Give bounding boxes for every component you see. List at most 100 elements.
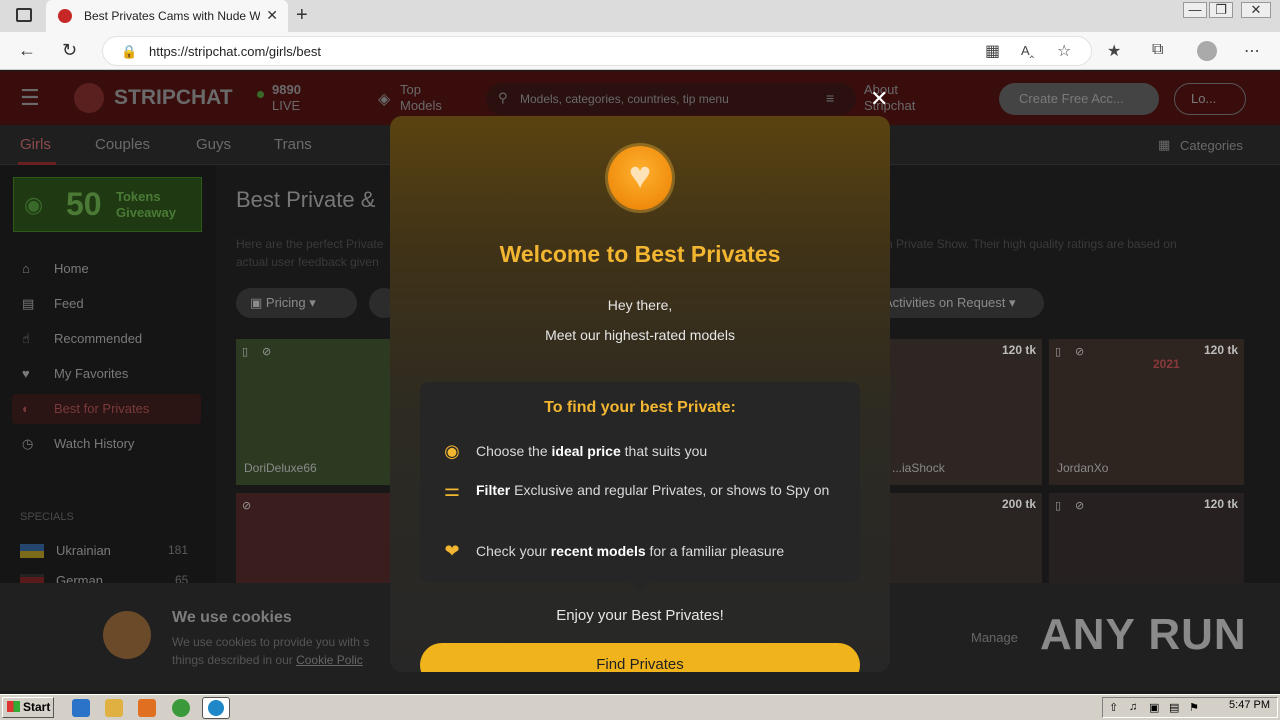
read-aloud-icon[interactable]: A‸ (1021, 43, 1034, 59)
sidebar-item-favorites[interactable]: ♥ My Favorites (22, 366, 128, 381)
feature-text: Filter Exclusive and regular Privates, o… (476, 480, 846, 501)
apps-icon[interactable]: ▦ (985, 41, 1000, 61)
taskbar-clock: 5:47 PM (1229, 699, 1270, 711)
usb-icon[interactable]: ▤ (1169, 701, 1179, 714)
sidebar-item-label: Best for Privates (54, 401, 150, 416)
privates-icon: ◐ (22, 401, 30, 416)
sidebar-item-label: Recommended (54, 331, 143, 346)
model-card[interactable]: 120 tk ...iaShock (888, 339, 1042, 485)
volume-icon[interactable]: ♫ (1129, 701, 1137, 713)
special-ukrainian-count: 181 (168, 543, 189, 557)
pricing-filter[interactable]: ▣ Pricing ▾ (236, 288, 357, 318)
history-icon: ◷ (22, 436, 34, 451)
edge-taskbar-button[interactable] (202, 697, 230, 719)
media-player-icon[interactable] (138, 699, 156, 717)
profile-avatar[interactable] (1197, 41, 1217, 61)
page-description-right: n Private Show. Their high quality ratin… (886, 237, 1177, 251)
pricing-icon: ▣ (250, 295, 266, 310)
hamburger-icon[interactable]: ☰ (20, 85, 40, 111)
maximize-button[interactable]: ❐ (1209, 2, 1233, 18)
mobile-icon: ▯ (1055, 500, 1062, 512)
url-text[interactable]: https://stripchat.com/girls/best (149, 44, 321, 59)
explorer-icon[interactable] (105, 699, 123, 717)
login-button[interactable]: Lo... (1174, 83, 1246, 115)
minimize-button[interactable]: — (1183, 2, 1207, 18)
url-field[interactable]: 🔒 https://stripchat.com/girls/best (102, 36, 1092, 66)
ie-icon[interactable] (72, 699, 90, 717)
sidebar-item-label: My Favorites (54, 366, 129, 381)
more-menu-icon[interactable]: ⋯ (1244, 41, 1260, 61)
price-badge: 120 tk (1203, 497, 1238, 511)
activities-filter[interactable]: Activities on Request ▾ (870, 288, 1044, 318)
modal-close-icon[interactable]: ✕ (870, 88, 888, 110)
feature-text-bold: Filter (476, 482, 511, 498)
year-badge: 2021 (1153, 357, 1180, 371)
add-favorite-icon[interactable]: ☆ (1057, 41, 1071, 61)
model-card[interactable]: ▯ ⊘ 120 tk 2021 JordanXo (1049, 339, 1244, 485)
tab-girls[interactable]: Girls (20, 136, 51, 153)
special-ukrainian[interactable]: Ukrainian (56, 543, 111, 558)
model-name: DoriDeluxe66 (244, 461, 317, 475)
cookie-policy-link[interactable]: Cookie Polic (296, 653, 363, 667)
start-button[interactable]: Start (2, 697, 54, 718)
specials-heading: SPECIALS (20, 511, 74, 523)
sidebar-item-best-privates[interactable]: ◐ Best for Privates (22, 401, 149, 416)
find-privates-button[interactable]: Find Privates (420, 643, 860, 672)
no-spy-icon: ⊘ (242, 500, 252, 512)
new-tab-button[interactable]: + (296, 4, 308, 27)
tokens-giveaway-banner[interactable]: ◉ 50 Tokens Giveaway (13, 177, 202, 232)
feature-text-bold: recent models (550, 543, 646, 559)
model-card[interactable]: 200 tk (888, 493, 1042, 593)
page-description-left: Here are the perfect Private (236, 237, 384, 251)
tab-close-icon[interactable]: ✕ (266, 7, 278, 24)
mobile-icon: ▯ (1055, 346, 1062, 358)
coins-icon: ◉ (24, 192, 44, 217)
heart-icon: ♥ (22, 366, 30, 381)
cookie-manage-link[interactable]: Manage (971, 630, 1018, 645)
chrome-icon[interactable] (172, 699, 190, 717)
cookie-description: We use cookies to provide you with s thi… (172, 633, 402, 669)
favorites-icon[interactable]: ★ (1107, 41, 1121, 61)
tab-guys[interactable]: Guys (196, 136, 231, 153)
cookie-desc-line: We use cookies to provide you with s (172, 635, 370, 649)
tab-actions-icon[interactable] (16, 8, 32, 22)
create-account-button[interactable]: Create Free Acc... (999, 83, 1159, 115)
browser-tab[interactable]: Best Privates Cams with Nude Wo ✕ (46, 0, 288, 32)
refresh-icon[interactable]: ↻ (62, 40, 77, 61)
sidebar-item-recommended[interactable]: ☝ Recommended (22, 331, 142, 347)
brand-name[interactable]: STRIPCHAT (114, 86, 233, 110)
modal-enjoy-text: Enjoy your Best Privates! (556, 607, 724, 624)
heart-badge-icon: ♥ (608, 146, 672, 210)
mobile-icon: ▯ (242, 346, 249, 358)
window-close-button[interactable]: ✕ (1241, 2, 1271, 18)
modal-greeting: Hey there, (607, 297, 673, 313)
modal-title: Welcome to Best Privates (499, 241, 781, 267)
price-badge: 120 tk (1001, 343, 1036, 357)
model-card[interactable]: ▯ ⊘ 120 tk (1049, 493, 1244, 593)
feature-text-pre: Choose the (476, 443, 552, 459)
tab-couples[interactable]: Couples (95, 136, 150, 153)
sidebar-item-label: Home (54, 261, 89, 276)
search-filter-icon[interactable]: ≡ (826, 90, 834, 106)
model-card[interactable]: ⊘ (236, 493, 390, 593)
brand-logo-icon (74, 83, 104, 113)
sidebar-item-feed[interactable]: ▤ Feed (22, 296, 84, 312)
price-badge: 200 tk (1001, 497, 1036, 511)
home-icon: ⌂ (22, 261, 30, 276)
top-models-link[interactable]: Top Models (400, 82, 460, 114)
network-icon[interactable]: ▣ (1149, 701, 1159, 714)
tab-trans[interactable]: Trans (274, 136, 312, 153)
cookie-icon (103, 611, 151, 659)
flag-icon[interactable]: ⚑ (1189, 701, 1199, 714)
categories-icon: ▦ (1158, 137, 1171, 152)
back-arrow-icon[interactable]: ← (18, 40, 36, 61)
sidebar-item-history[interactable]: ◷ Watch History (22, 436, 134, 452)
sidebar-item-home[interactable]: ⌂ Home (22, 261, 89, 276)
lock-icon[interactable]: 🔒 (121, 44, 137, 60)
site-search-input[interactable]: ⚲ Models, categories, countries, tip men… (486, 83, 856, 115)
model-card[interactable]: ▯ ⊘ DoriDeluxe66 (236, 339, 390, 485)
collections-icon[interactable]: ⧉ (1152, 41, 1163, 59)
tray-expand-icon[interactable]: ⇧ (1109, 701, 1118, 714)
categories-button[interactable]: Categories (1180, 138, 1243, 153)
feature-text-post: that suits you (620, 443, 708, 459)
